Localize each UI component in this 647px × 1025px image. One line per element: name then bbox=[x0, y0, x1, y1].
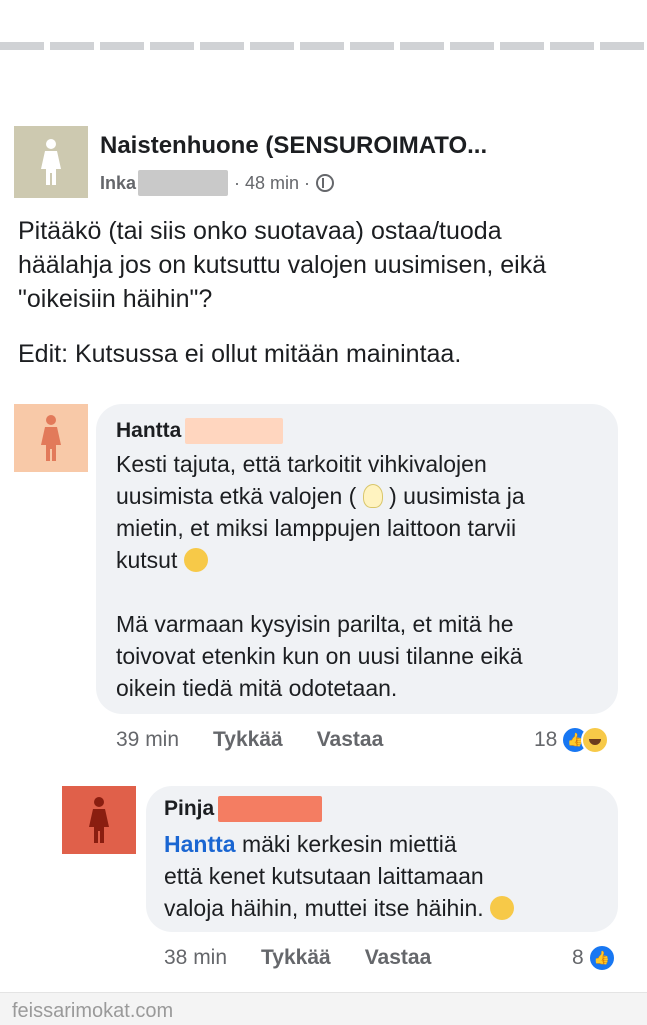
post-body: Pitääkö (tai siis onko suotavaa) ostaa/t… bbox=[18, 214, 628, 316]
lightbulb-emoji-icon bbox=[362, 484, 383, 508]
woman-icon bbox=[41, 415, 61, 461]
comment-actions: 39 min Tykkää Vastaa bbox=[116, 728, 383, 752]
comment-line: oikein tiedä mitä odotetaan. bbox=[116, 675, 398, 701]
reply-time[interactable]: 38 min bbox=[164, 946, 227, 970]
post-time[interactable]: · 48 min · bbox=[234, 173, 310, 194]
post-line: häälahja jos on kutsuttu valojen uusimis… bbox=[18, 251, 547, 279]
woman-icon bbox=[41, 139, 61, 185]
post-author[interactable]: Inka bbox=[100, 173, 136, 194]
comment-time[interactable]: 39 min bbox=[116, 728, 179, 752]
like-button[interactable]: Tykkää bbox=[213, 728, 283, 752]
commenter-avatar[interactable] bbox=[14, 404, 88, 472]
comment-line: Mä varmaan kysyisin parilta, et mitä he bbox=[116, 611, 514, 637]
comment-bubble: Hantta Kesti tajuta, että tarkoitit vihk… bbox=[96, 404, 618, 714]
woman-icon bbox=[89, 797, 109, 843]
reaction-number: 18 bbox=[534, 728, 558, 751]
comment-line: uusimista etkä valojen ( ) uusimista ja bbox=[116, 483, 525, 509]
reply-button[interactable]: Vastaa bbox=[365, 946, 432, 970]
watermark: feissarimokat.com bbox=[12, 1000, 174, 1022]
redacted-surname bbox=[185, 418, 284, 444]
comment-text: Kesti tajuta, että tarkoitit vihkivaloje… bbox=[116, 448, 606, 704]
audience-icon bbox=[316, 174, 335, 192]
reply-author[interactable]: Pinja bbox=[164, 796, 323, 822]
reaction-count[interactable]: 18 👍 bbox=[534, 726, 610, 754]
reaction-number: 8 bbox=[572, 946, 584, 969]
smiling-tear-emoji-icon bbox=[183, 548, 208, 572]
redacted-surname bbox=[218, 796, 323, 822]
reply-author-name[interactable]: Pinja bbox=[164, 797, 214, 821]
grinning-emoji-icon bbox=[490, 896, 515, 920]
post-edit-note: Edit: Kutsussa ei ollut mitään mainintaa… bbox=[18, 340, 462, 368]
top-divider bbox=[0, 42, 647, 50]
post-meta: Inka · 48 min · bbox=[100, 170, 335, 196]
reaction-count[interactable]: 8 👍 bbox=[572, 944, 616, 972]
group-name[interactable]: Naistenhuone (SENSUROIMATO... bbox=[100, 132, 487, 160]
post-line: Pitääkö (tai siis onko suotavaa) ostaa/t… bbox=[18, 217, 502, 245]
like-reaction-icon: 👍 bbox=[587, 944, 616, 972]
comment-line: Kesti tajuta, että tarkoitit vihkivaloje… bbox=[116, 451, 487, 477]
commenter-avatar[interactable] bbox=[62, 786, 136, 854]
reply-button[interactable]: Vastaa bbox=[317, 728, 384, 752]
redacted-surname bbox=[138, 170, 229, 196]
reply-line: että kenet kutsutaan laittamaan bbox=[164, 863, 484, 889]
haha-reaction-icon bbox=[581, 726, 610, 754]
comment-author-name[interactable]: Hantta bbox=[116, 419, 181, 443]
like-button[interactable]: Tykkää bbox=[261, 946, 331, 970]
reply-text: Hantta mäki kerkesin miettiä että kenet … bbox=[164, 828, 604, 924]
reply-line: Hantta mäki kerkesin miettiä bbox=[164, 831, 457, 857]
post-line: "oikeisiin häihin"? bbox=[18, 285, 213, 313]
comment-line: mietin, et miksi lamppujen laittoon tarv… bbox=[116, 515, 517, 541]
reply-actions: 38 min Tykkää Vastaa bbox=[164, 946, 431, 970]
comment-line: kutsut bbox=[116, 544, 606, 576]
group-avatar[interactable] bbox=[14, 126, 88, 198]
reply-line: valoja häihin, muttei itse häihin. bbox=[164, 892, 604, 924]
reply-bubble: Pinja Hantta mäki kerkesin miettiä että … bbox=[146, 786, 618, 932]
comment-author[interactable]: Hantta bbox=[116, 418, 284, 444]
comment-line: toivovat etenkin kun on uusi tilanne eik… bbox=[116, 643, 523, 669]
mention-link[interactable]: Hantta bbox=[164, 831, 236, 857]
